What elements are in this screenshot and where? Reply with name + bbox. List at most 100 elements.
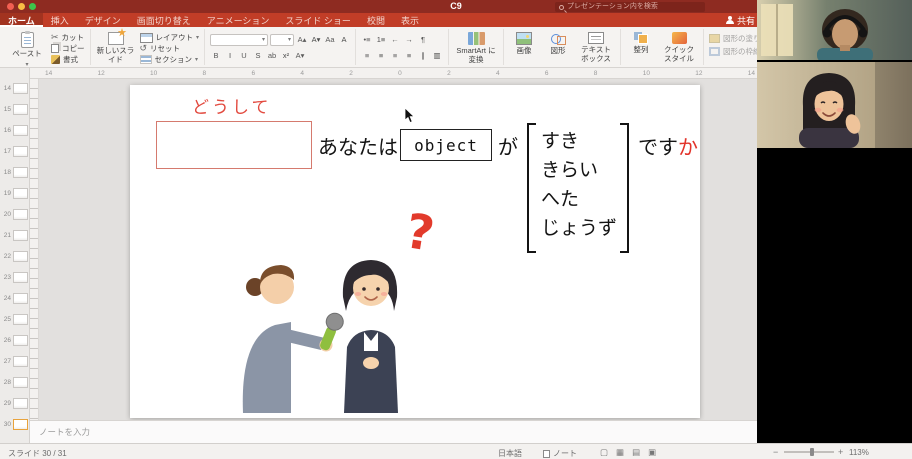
alignment-button[interactable]: ∥: [417, 50, 429, 62]
answer-placeholder-box[interactable]: [156, 121, 312, 169]
slide-thumbnail[interactable]: 16: [0, 120, 29, 141]
thumbnail-number: 15: [3, 106, 11, 113]
search-input[interactable]: プレゼンテーション内を検索: [555, 2, 705, 12]
list-indent-button[interactable]: •≡: [361, 34, 373, 46]
notes-toggle[interactable]: ノート: [543, 448, 577, 459]
option-item[interactable]: すき: [541, 127, 619, 156]
shapes-button[interactable]: 図形: [543, 30, 573, 56]
view-icon[interactable]: ▢: [600, 447, 608, 458]
ruler-number: 14: [45, 70, 53, 77]
right-bracket: [620, 123, 629, 253]
question-particle-text[interactable]: か: [678, 131, 698, 160]
option-item[interactable]: きらい: [541, 156, 619, 185]
list-indent-button[interactable]: ←: [389, 34, 401, 46]
view-icon[interactable]: ▤: [632, 447, 640, 458]
zoom-in-button[interactable]: +: [838, 447, 843, 457]
ribbon-tab[interactable]: スライド ショー: [277, 13, 359, 27]
font-style-button[interactable]: ab: [266, 50, 278, 62]
new-slide-button[interactable]: 新しいスライド: [96, 28, 136, 64]
slide-thumbnail[interactable]: 17: [0, 141, 29, 162]
section-button[interactable]: セクション ▾: [139, 54, 200, 65]
slide-thumbnail[interactable]: 30: [0, 414, 29, 435]
font-style-button[interactable]: A▾: [294, 50, 306, 62]
ribbon-tab[interactable]: 挿入: [43, 13, 77, 27]
subject-text[interactable]: あなたは: [318, 131, 398, 160]
font-size-adjust-button[interactable]: A▴: [296, 34, 308, 46]
object-box[interactable]: object: [400, 129, 492, 161]
zoom-out-button[interactable]: −: [773, 447, 778, 457]
slide-thumbnail[interactable]: 15: [0, 99, 29, 120]
view-icon[interactable]: ▦: [616, 447, 624, 458]
scissors-icon: ✂: [51, 32, 59, 42]
prompt-text[interactable]: どうして: [192, 93, 272, 118]
font-size-adjust-button[interactable]: Aa: [324, 34, 336, 46]
list-indent-button[interactable]: ¶: [417, 34, 429, 46]
options-list[interactable]: すき きらい へた じょうず: [541, 127, 619, 243]
font-size-adjust-button[interactable]: A: [338, 34, 350, 46]
alignment-button[interactable]: ≡: [361, 50, 373, 62]
textbox-button[interactable]: テキスト ボックス: [577, 30, 615, 63]
list-indent-button[interactable]: →: [403, 34, 415, 46]
ribbon-tab[interactable]: 表示: [393, 13, 427, 27]
share-button[interactable]: 共有: [725, 13, 755, 27]
copula-text[interactable]: です: [638, 131, 678, 160]
slide-thumbnail[interactable]: 25: [0, 309, 29, 330]
picture-button[interactable]: 画像: [509, 30, 539, 56]
slide-thumbnail[interactable]: 20: [0, 204, 29, 225]
paste-button[interactable]: ペースト ▾: [7, 30, 47, 69]
font-size-adjust-button[interactable]: A▾: [310, 34, 322, 46]
section-icon: [139, 55, 152, 64]
format-painter-button[interactable]: 書式: [51, 54, 85, 65]
alignment-button[interactable]: ▥: [431, 50, 443, 62]
ribbon-tab[interactable]: デザイン: [77, 13, 129, 27]
alignment-button[interactable]: ≡: [403, 50, 415, 62]
thumbnail-preview: [13, 209, 28, 220]
option-item[interactable]: じょうず: [541, 214, 619, 243]
zoom-slider[interactable]: [784, 451, 834, 453]
quick-styles-button[interactable]: クイック スタイル: [660, 30, 698, 63]
ribbon-tab[interactable]: 画面切り替え: [129, 13, 199, 27]
ribbon-tab[interactable]: アニメーション: [199, 13, 278, 27]
arrange-button[interactable]: 整列: [626, 30, 656, 55]
convert-to-smartart-button[interactable]: SmartArt に変換: [454, 30, 498, 64]
alignment-button[interactable]: ≡: [389, 50, 401, 62]
ribbon-tab[interactable]: ホーム: [0, 13, 43, 27]
slide-thumbnail[interactable]: 26: [0, 330, 29, 351]
option-item[interactable]: へた: [541, 185, 619, 214]
font-style-button[interactable]: I: [224, 50, 236, 62]
slide-thumbnail[interactable]: 18: [0, 162, 29, 183]
slide-thumbnail[interactable]: 14: [0, 78, 29, 99]
particle-text[interactable]: が: [498, 131, 518, 160]
font-name-select[interactable]: ▾: [210, 33, 269, 46]
slide-thumbnail[interactable]: 19: [0, 183, 29, 204]
font-style-button[interactable]: x²: [280, 50, 292, 62]
picture-icon: [516, 32, 533, 45]
font-style-button[interactable]: B: [210, 50, 222, 62]
outline-color-icon: [709, 47, 721, 56]
slide-thumbnail[interactable]: 22: [0, 246, 29, 267]
slide-thumbnail[interactable]: 27: [0, 351, 29, 372]
list-indent-button[interactable]: 1≡: [375, 34, 387, 46]
slide-thumbnail[interactable]: 29: [0, 393, 29, 414]
slide-thumbnail[interactable]: 24: [0, 288, 29, 309]
ribbon-tab[interactable]: 校閲: [359, 13, 393, 27]
language-indicator[interactable]: 日本語: [498, 448, 522, 459]
font-style-button[interactable]: S: [252, 50, 264, 62]
zoom-percent[interactable]: 113%: [849, 448, 869, 457]
font-style-button[interactable]: U: [238, 50, 250, 62]
layout-button[interactable]: レイアウト ▾: [139, 32, 199, 43]
slide-thumbnail[interactable]: 28: [0, 372, 29, 393]
view-icon[interactable]: ▣: [648, 447, 656, 458]
copy-button[interactable]: コピー: [51, 43, 85, 54]
alignment-button[interactable]: ≡: [375, 50, 387, 62]
reset-button[interactable]: ↺ リセット: [140, 43, 200, 54]
zoom-slider-knob[interactable]: [810, 448, 814, 456]
slide-thumbnail[interactable]: 23: [0, 267, 29, 288]
cut-button[interactable]: ✂ カット: [51, 32, 85, 43]
font-size-select[interactable]: ▾: [270, 33, 295, 46]
participant-video-1[interactable]: [757, 0, 912, 60]
slide-thumbnail[interactable]: 21: [0, 225, 29, 246]
slide-canvas[interactable]: どうして あなたは object が すき きらい へた じょうず です か ?: [130, 85, 700, 418]
ruler-number: 8: [593, 70, 598, 77]
participant-video-2[interactable]: [757, 62, 912, 148]
